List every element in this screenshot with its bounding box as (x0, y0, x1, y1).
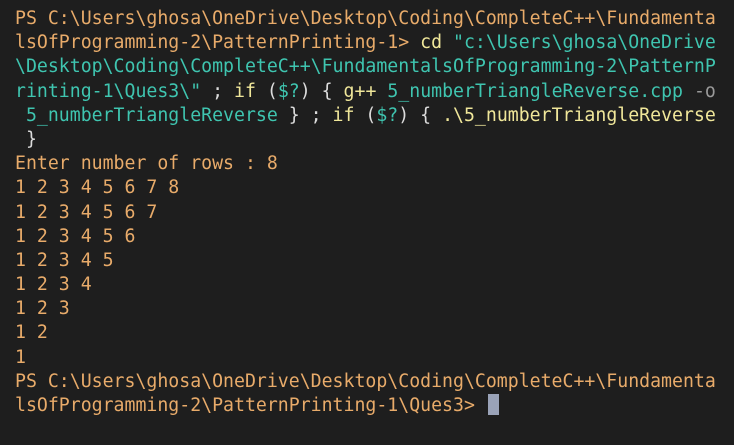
output-line: 1 2 3 4 5 6 7 (15, 201, 158, 223)
terminal-window[interactable]: PS C:\Users\ghosa\OneDrive\Desktop\Codin… (0, 0, 734, 445)
command-line: lsOfProgramming-2\PatternPrinting-1> cd … (15, 31, 734, 55)
command-token: if (332, 104, 355, 126)
command-token: lsOfProgramming-2\PatternPrinting-1> (15, 32, 421, 54)
command-token: ( (255, 80, 278, 102)
command-token: if (234, 80, 256, 102)
command-token: \Desktop\Coding\CompleteC++\Fundamentals… (15, 56, 716, 78)
command-token: "c:\Users\ghosa\OneDrive (453, 32, 716, 54)
command-token: -o (693, 80, 716, 102)
command-token: ( (354, 104, 377, 126)
command-token: PS C:\Users\ghosa\OneDrive\Desktop\Codin… (15, 8, 716, 29)
prompt-line[interactable]: lsOfProgramming-2\PatternPrinting-1\Ques… (15, 394, 734, 418)
command-token: 5_numberTriangleReverse (15, 104, 278, 126)
command-token: g++ (343, 80, 377, 102)
output-line: 1 2 3 4 5 6 7 8 (15, 177, 180, 199)
command-line: PS C:\Users\ghosa\OneDrive\Desktop\Codin… (15, 7, 734, 31)
output-line: 1 (15, 346, 26, 368)
output-line: 1 2 (15, 322, 48, 344)
output-line: 1 2 3 (15, 298, 70, 320)
command-block: PS C:\Users\ghosa\OneDrive\Desktop\Codin… (15, 7, 734, 152)
command-line: 5_numberTriangleReverse } ; if ($?) { .\… (15, 104, 734, 128)
output-line: 1 2 3 4 5 (15, 249, 114, 271)
command-token: rinting-1\Ques3\" (15, 80, 202, 102)
command-token: 5_numberTriangleReverse.cpp (376, 80, 694, 102)
output-line: 1 2 3 4 5 6 (15, 225, 136, 247)
command-token: ) { (398, 104, 443, 126)
command-token: ) { (299, 80, 344, 102)
output-line: 1 2 3 4 (15, 274, 92, 296)
program-output: Enter number of rows : 8 1 2 3 4 5 6 7 8… (15, 152, 734, 370)
command-token: cd (420, 32, 454, 54)
prompt-path: lsOfProgramming-2\PatternPrinting-1\Ques… (15, 395, 486, 416)
command-line: rinting-1\Ques3\" ; if ($?) { g++ 5_numb… (15, 80, 734, 104)
output-line: Enter number of rows : 8 (15, 153, 278, 175)
command-token: ; (201, 80, 235, 102)
command-token: $? (277, 80, 300, 102)
shell-prompt[interactable]: PS C:\Users\ghosa\OneDrive\Desktop\Codin… (15, 370, 734, 418)
text-cursor[interactable] (487, 394, 499, 415)
command-token: .\5_numberTriangleReverse (442, 104, 716, 126)
command-token: $? (376, 104, 399, 126)
command-token: } (15, 128, 37, 150)
command-token: } ; (277, 104, 333, 126)
command-line: } (15, 128, 734, 152)
prompt-line: PS C:\Users\ghosa\OneDrive\Desktop\Codin… (15, 370, 716, 392)
command-line: \Desktop\Coding\CompleteC++\Fundamentals… (15, 55, 734, 79)
